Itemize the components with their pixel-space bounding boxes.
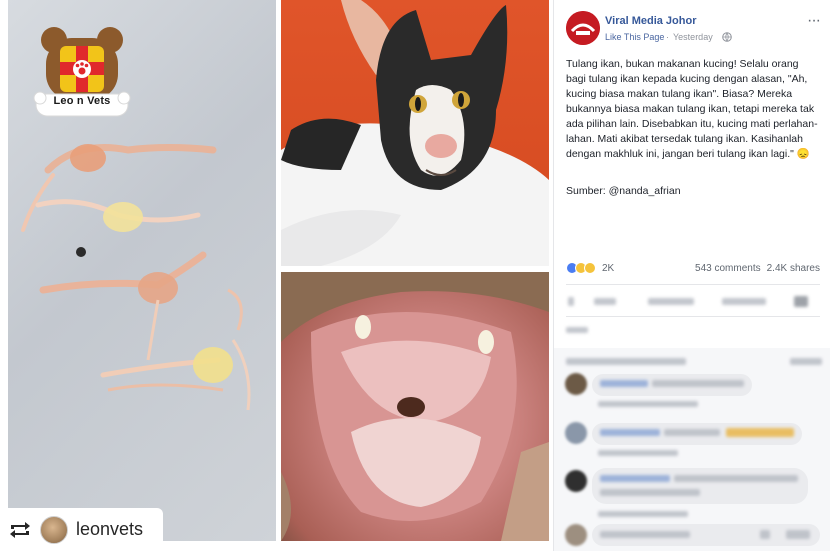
divider-line-2 xyxy=(566,316,820,317)
blurred-comment-actions[interactable] xyxy=(598,511,688,517)
blurred-comment-text xyxy=(652,380,744,387)
blurred-comment-text xyxy=(674,475,798,482)
comment-avatar[interactable] xyxy=(565,524,587,546)
post-timestamp[interactable]: Yesterday xyxy=(673,32,713,42)
blurred-action-share[interactable] xyxy=(722,298,766,305)
comment-avatar[interactable] xyxy=(565,422,587,444)
reaction-count[interactable]: 2K xyxy=(602,263,614,274)
post-body-text: Tulang ikan, bukan makanan kucing! Selal… xyxy=(566,58,818,160)
page-name-link[interactable]: Viral Media Johor xyxy=(605,15,697,27)
blurred-view-more[interactable] xyxy=(566,358,686,365)
blurred-emoji-row xyxy=(726,428,794,437)
cat-mouth-photo[interactable] xyxy=(281,272,549,541)
blurred-action-icon[interactable] xyxy=(568,297,574,306)
blurred-comment-text-2 xyxy=(600,489,700,496)
comment-bubble xyxy=(592,468,808,504)
page-logo-icon xyxy=(566,11,600,45)
globe-icon xyxy=(722,32,732,42)
photo-collage[interactable]: Leo n Vets leonvets xyxy=(0,0,553,551)
mouth-illustration xyxy=(281,272,549,541)
cat-illustration xyxy=(281,0,549,266)
repost-avatar[interactable] xyxy=(40,515,68,544)
fish-bones-photo[interactable]: Leo n Vets xyxy=(8,0,276,541)
divider-line xyxy=(566,284,820,285)
comments-section xyxy=(553,348,830,551)
comments-count[interactable]: 543 comments xyxy=(695,263,761,274)
repost-attribution[interactable]: leonvets xyxy=(0,508,163,551)
blurred-comment-actions[interactable] xyxy=(598,450,678,456)
blurred-camera-icon[interactable] xyxy=(760,530,770,539)
shares-count[interactable]: 2.4K shares xyxy=(767,263,820,274)
like-page-link[interactable]: Like This Page xyxy=(605,32,664,42)
more-options-icon[interactable]: ··· xyxy=(807,12,821,30)
blurred-comment-text xyxy=(664,429,720,436)
blurred-commenter-name[interactable] xyxy=(600,475,670,482)
logo-text: Leo n Vets xyxy=(53,95,111,107)
reactions-summary[interactable]: 2K xyxy=(566,262,614,274)
blurred-action-like[interactable] xyxy=(594,298,616,305)
page-avatar[interactable] xyxy=(566,11,600,45)
repost-handle[interactable]: leonvets xyxy=(76,519,143,540)
separator-dot: · xyxy=(666,32,669,42)
comment-avatar[interactable] xyxy=(565,373,587,395)
blurred-comment-actions[interactable] xyxy=(598,401,698,407)
cat-photo[interactable] xyxy=(281,0,549,266)
blurred-action-avatar[interactable] xyxy=(794,296,808,307)
repost-icon xyxy=(10,521,30,538)
blurred-action-comment[interactable] xyxy=(648,298,694,305)
blurred-comment-placeholder xyxy=(600,531,690,538)
post-source-text: Sumber: @nanda_afrian xyxy=(566,185,681,197)
blurred-sticker-icon[interactable] xyxy=(786,530,810,539)
engagement-counts: 543 comments 2.4K shares xyxy=(695,263,820,274)
wow-reaction-icon xyxy=(584,262,596,274)
blurred-commenter-name[interactable] xyxy=(600,429,660,436)
comment-avatar[interactable] xyxy=(565,470,587,492)
blurred-comment-count xyxy=(790,358,822,365)
blurred-sort-label[interactable] xyxy=(566,327,588,333)
blurred-commenter-name[interactable] xyxy=(600,380,648,387)
